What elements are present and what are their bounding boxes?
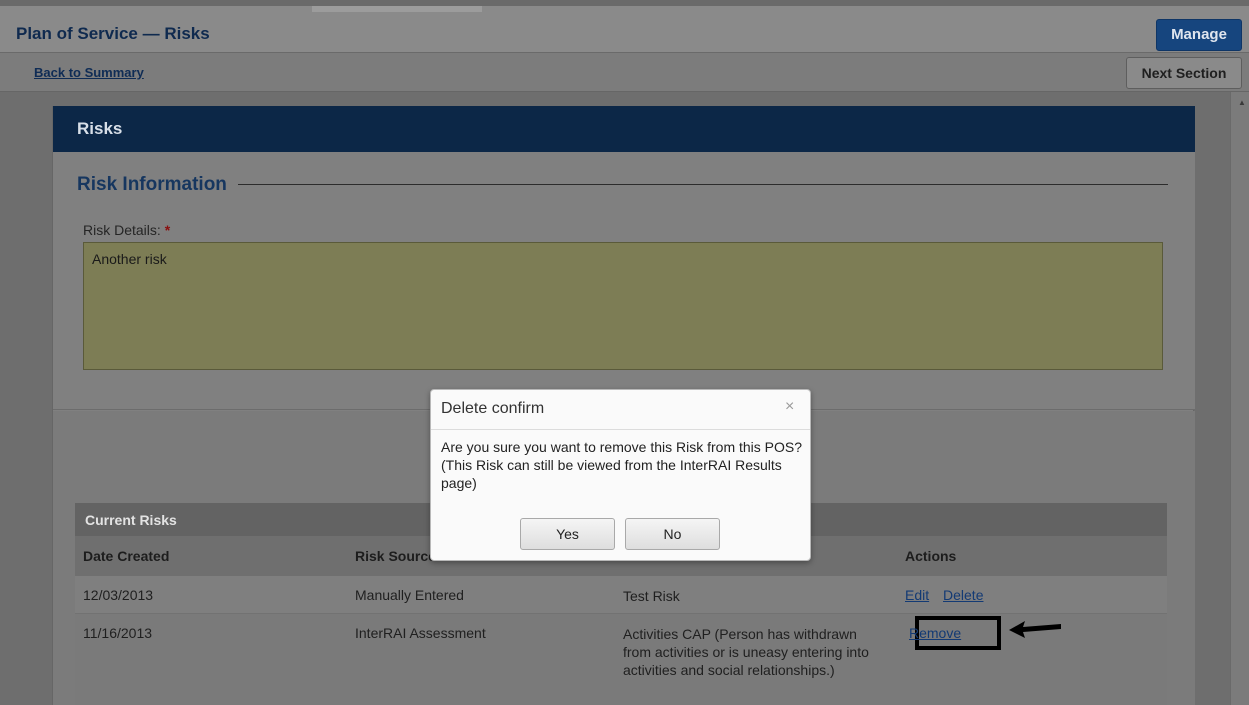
dialog-title: Delete confirm	[441, 400, 545, 417]
back-to-summary-link[interactable]: Back to Summary	[34, 65, 144, 80]
required-marker: *	[164, 222, 171, 238]
cell-actions: Remove	[909, 625, 971, 641]
edit-link[interactable]: Edit	[905, 587, 929, 603]
next-section-button[interactable]: Next Section	[1126, 57, 1242, 89]
no-button[interactable]: No	[625, 518, 720, 550]
manage-button[interactable]: Manage	[1156, 19, 1242, 51]
dialog-message: Are you sure you want to remove this Ris…	[441, 439, 803, 491]
table-row: 12/03/2013 Manually Entered Test Risk Ed…	[75, 576, 1167, 614]
cell-date: 12/03/2013	[83, 587, 154, 603]
risk-details-textarea[interactable]: Another risk	[83, 242, 1163, 370]
column-header-date-created: Date Created	[83, 548, 170, 564]
page-title: Plan of Service — Risks	[16, 24, 210, 43]
panel-title: Risks	[77, 119, 123, 138]
dialog-header: Delete confirm ×	[431, 390, 810, 430]
cell-risk: Test Risk	[623, 588, 680, 604]
cell-source: InterRAI Assessment	[355, 625, 486, 641]
vertical-scrollbar[interactable]: ▲	[1230, 92, 1249, 705]
delete-link[interactable]: Delete	[943, 587, 983, 603]
risk-details-label-text: Risk Details:	[83, 222, 161, 238]
delete-confirm-dialog: Delete confirm × Are you sure you want t…	[430, 389, 811, 561]
cell-actions: Edit Delete	[905, 587, 993, 603]
risk-information-section: Risk Information Risk Details: * Another…	[53, 152, 1195, 410]
table-row: 11/16/2013 InterRAI Assessment Activitie…	[75, 614, 1167, 705]
cell-risk: Activities CAP (Person has withdrawn fro…	[623, 626, 869, 678]
top-header: Plan of Service — Risks Manage	[0, 0, 1249, 52]
top-tab-indicator	[312, 6, 482, 12]
scroll-up-icon[interactable]: ▲	[1238, 98, 1246, 107]
panel-header: Risks	[53, 106, 1195, 152]
remove-link[interactable]: Remove	[909, 625, 961, 641]
risk-details-label: Risk Details: *	[83, 222, 170, 238]
cell-date: 11/16/2013	[83, 625, 153, 641]
yes-button[interactable]: Yes	[520, 518, 615, 550]
section-title: Risk Information	[77, 174, 227, 195]
section-divider	[238, 184, 1168, 185]
arrow-left-icon	[1009, 621, 1061, 638]
close-icon[interactable]: ×	[785, 398, 794, 416]
column-header-risk-source: Risk Source	[355, 548, 436, 564]
sub-toolbar: Back to Summary Next Section	[0, 52, 1249, 92]
column-header-actions: Actions	[905, 548, 957, 564]
cell-source: Manually Entered	[355, 587, 464, 603]
